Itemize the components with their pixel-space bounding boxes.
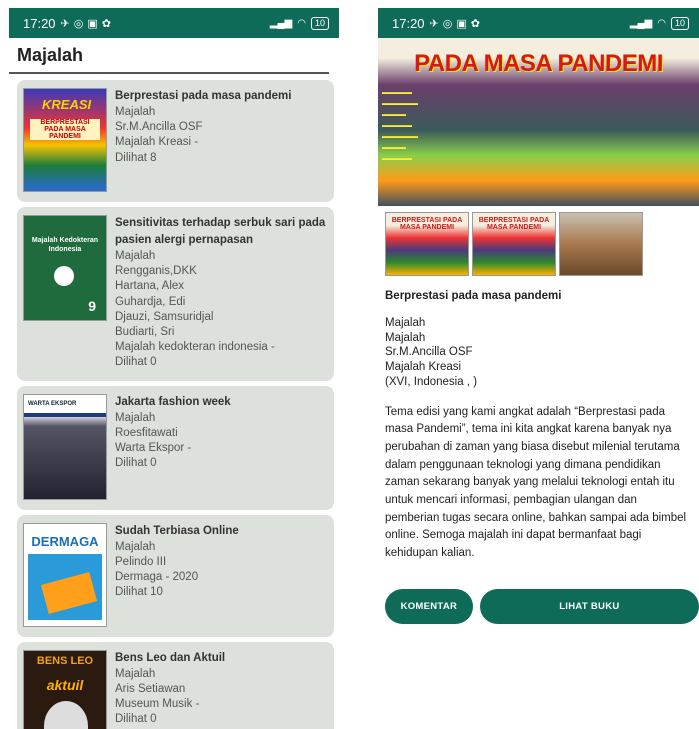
thumbnail[interactable]	[559, 212, 643, 276]
magazine-cover: WARTA EKSPOR	[23, 393, 107, 500]
list-item[interactable]: WARTA EKSPOR Jakarta fashion week Majala…	[17, 385, 334, 510]
instagram-icon: ▣	[87, 17, 98, 30]
status-time: 17:20	[392, 15, 425, 31]
detail-screen: 17:20 ✈ ◎ ▣ ✿ ▂▄▆ ◠ 10 PADA MASA PANDEMI…	[378, 8, 699, 729]
item-title: Jakarta fashion week	[115, 395, 231, 408]
item-author: Djauzi, Samsuridjal	[115, 310, 214, 323]
item-title: Sudah Terbiasa Online	[115, 524, 239, 537]
item-title: Berprestasi pada masa pandemi	[115, 90, 292, 102]
whatsapp-icon: ◎	[73, 17, 84, 30]
item-author: Guhardja, Edi	[115, 295, 186, 308]
item-publisher: Majalah kedokteran indonesia -	[115, 341, 275, 354]
detail-description: Tema edisi yang kami angkat adalah “Berp…	[385, 405, 687, 560]
detail-meta: Majalah Majalah Sr.M.Ancilla OSF Majalah…	[385, 317, 478, 388]
list-screen: 17:20 ✈ ◎ ▣ ✿ ▂▄▆ ◠ 10 Majalah KREASI BE…	[9, 8, 339, 729]
item-publisher: Museum Musik -	[115, 698, 200, 711]
magazine-cover: Majalah Kedokteran Indonesia 9	[23, 215, 107, 321]
item-publisher: Majalah Kreasi -	[115, 136, 199, 149]
whatsapp-icon: ◎	[442, 17, 453, 30]
item-author: Roesfitawati	[115, 426, 178, 439]
cover-image: PADA MASA PANDEMI ▬▬▬▬▬ ▬▬▬▬▬▬ ▬▬▬▬ ▬▬▬▬▬ ▬▬…	[378, 38, 699, 206]
thumbnail-strip: BERPRESTASI PADA MASA PANDEMI BERPRESTAS…	[378, 206, 699, 276]
action-bar: KOMENTAR LIHAT BUKU	[378, 563, 699, 624]
notification-icon: ✈	[60, 17, 70, 30]
list-item[interactable]: KREASI BERPRESTASI PADA MASA PANDEMI Ber…	[17, 80, 334, 202]
komentar-button[interactable]: KOMENTAR	[385, 588, 473, 624]
item-author: Sr.M.Ancilla OSF	[115, 121, 203, 134]
magazine-list: KREASI BERPRESTASI PADA MASA PANDEMI Ber…	[9, 74, 339, 729]
list-item[interactable]: Majalah Kedokteran Indonesia 9 Sensitivi…	[17, 207, 334, 381]
seal-icon	[54, 266, 74, 286]
magazine-cover: DERMAGA	[23, 522, 107, 627]
status-bar: 17:20 ✈ ◎ ▣ ✿ ▂▄▆ ◠ 10	[9, 8, 339, 38]
magazine-cover: BENS LEO aktuil	[23, 649, 107, 729]
item-type: Majalah	[115, 667, 156, 680]
lihat-buku-button[interactable]: LIHAT BUKU	[479, 588, 699, 624]
list-item[interactable]: DERMAGA Sudah Terbiasa Online Majalah Pe…	[17, 514, 334, 637]
item-type: Majalah	[115, 106, 156, 118]
item-type: Majalah	[115, 540, 156, 553]
item-type: Majalah	[115, 250, 156, 262]
thumbnail[interactable]: BERPRESTASI PADA MASA PANDEMI	[385, 212, 469, 276]
item-views: Dilihat 0	[115, 356, 157, 369]
item-author: Budiarti, Sri	[115, 326, 175, 339]
item-author: Aris Setiawan	[115, 682, 186, 695]
instagram-icon: ▣	[456, 17, 467, 30]
settings-icon: ✿	[101, 17, 111, 30]
magazine-cover: KREASI BERPRESTASI PADA MASA PANDEMI	[23, 88, 107, 192]
item-author: Pelindo III	[115, 555, 167, 568]
notification-icon: ✈	[429, 17, 439, 30]
battery-icon: 10	[310, 16, 329, 30]
item-views: Dilihat 8	[115, 151, 157, 164]
item-publisher: Warta Ekspor -	[115, 442, 192, 455]
settings-icon: ✿	[470, 17, 480, 30]
hero-title: PADA MASA PANDEMI	[414, 50, 663, 77]
signal-icon: ▂▄▆	[269, 17, 293, 29]
status-bar: 17:20 ✈ ◎ ▣ ✿ ▂▄▆ ◠ 10	[378, 8, 699, 38]
item-views: Dilihat 0	[115, 713, 157, 726]
item-publisher: Dermaga - 2020	[115, 571, 199, 584]
detail-title: Berprestasi pada masa pandemi	[385, 290, 562, 302]
item-author: Hartana, Alex	[115, 280, 185, 293]
item-type: Majalah	[115, 411, 156, 424]
page-title: Majalah	[9, 38, 329, 74]
list-item[interactable]: BENS LEO aktuil Bens Leo dan Aktuil Maja…	[17, 641, 334, 729]
wifi-icon: ◠	[657, 17, 666, 29]
battery-icon: 10	[670, 16, 689, 30]
status-time: 17:20	[23, 15, 56, 31]
signal-icon: ▂▄▆	[629, 17, 653, 29]
item-author: Rengganis,DKK	[115, 265, 197, 278]
item-title: Bens Leo dan Aktuil	[115, 651, 226, 664]
item-views: Dilihat 0	[115, 457, 157, 470]
thumbnail[interactable]: BERPRESTASI PADA MASA PANDEMI	[472, 212, 556, 276]
wifi-icon: ◠	[297, 17, 306, 29]
item-title: Sensitivitas terhadap serbuk sari pada p…	[115, 217, 326, 246]
item-views: Dilihat 10	[115, 586, 163, 599]
